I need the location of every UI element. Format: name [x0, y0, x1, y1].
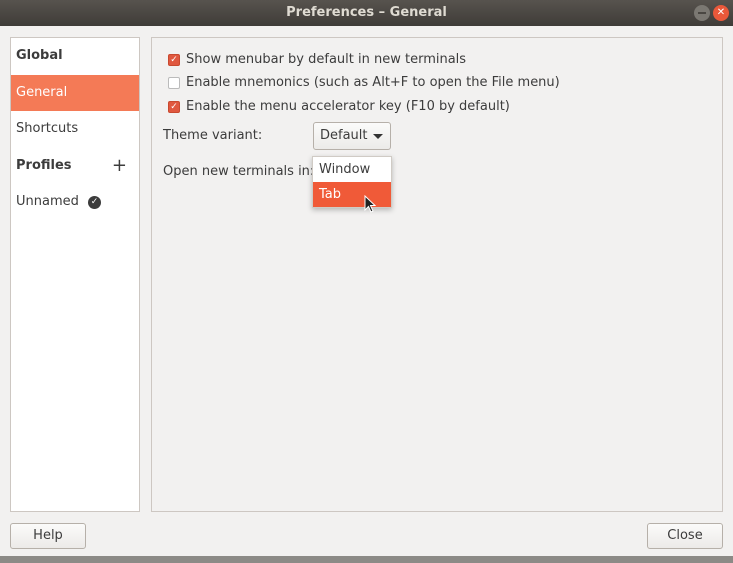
sidebar-header-global: Global — [11, 38, 139, 75]
close-button[interactable]: Close — [647, 523, 723, 549]
option-window[interactable]: Window — [313, 157, 391, 182]
checkbox-unchecked-icon — [168, 76, 180, 89]
sidebar-item-label: Profiles — [16, 157, 72, 173]
sidebar-item-label: Unnamed — [16, 194, 79, 209]
open-terminals-dropdown-menu: Window Tab — [312, 156, 392, 208]
background-window-strip — [0, 556, 733, 563]
sidebar-item-label: Global — [16, 48, 63, 63]
general-panel: ✓ Show menubar by default in new terminal… — [151, 37, 723, 512]
title-bar: Preferences – General ✕ — [0, 0, 733, 26]
sidebar-item-shortcuts[interactable]: Shortcuts — [11, 111, 139, 148]
checkbox-label: Show menubar by default in new terminals — [186, 52, 467, 67]
minimize-icon[interactable] — [694, 5, 710, 21]
show-menubar-checkbox[interactable]: ✓ Show menubar by default in new terminal… — [168, 52, 466, 67]
checkbox-checked-icon: ✓ — [168, 100, 180, 113]
checkbox-label: Enable mnemonics (such as Alt+F to open … — [186, 75, 560, 90]
sidebar-item-label: General — [16, 84, 68, 100]
theme-variant-label: Theme variant: — [163, 128, 263, 143]
mouse-cursor-icon — [364, 195, 377, 213]
help-button[interactable]: Help — [10, 523, 86, 549]
add-profile-button[interactable]: + — [112, 148, 127, 185]
sidebar: Global General Shortcuts Profiles + Unnam… — [10, 37, 140, 512]
window-title: Preferences – General — [286, 5, 447, 20]
close-icon[interactable]: ✕ — [713, 5, 729, 21]
check-circle-icon: ✓ — [88, 196, 101, 209]
menu-accelerator-checkbox[interactable]: ✓ Enable the menu accelerator key (F10 by… — [168, 99, 510, 114]
sidebar-item-label: Shortcuts — [16, 121, 79, 136]
checkbox-label: Enable the menu accelerator key (F10 by … — [186, 99, 510, 114]
sidebar-header-profiles: Profiles + — [11, 148, 139, 185]
option-tab[interactable]: Tab — [313, 182, 391, 207]
sidebar-item-general[interactable]: General — [11, 74, 139, 111]
open-terminals-label: Open new terminals in: — [163, 164, 315, 179]
checkbox-checked-icon: ✓ — [168, 53, 180, 66]
theme-variant-dropdown[interactable]: Default — [313, 122, 391, 150]
enable-mnemonics-checkbox[interactable]: Enable mnemonics (such as Alt+F to open … — [168, 75, 560, 90]
sidebar-item-unnamed[interactable]: Unnamed ✓ — [11, 184, 139, 221]
theme-variant-value: Default — [320, 128, 368, 143]
chevron-down-icon — [373, 134, 383, 139]
